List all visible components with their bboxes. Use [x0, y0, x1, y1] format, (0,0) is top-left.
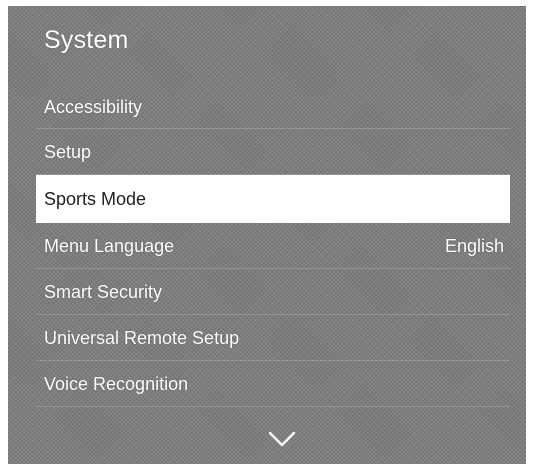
menu-item-label: Accessibility — [44, 97, 143, 117]
menu-item-sports-mode[interactable]: Sports Mode — [36, 175, 510, 223]
menu-item-label: Sports Mode — [44, 189, 147, 209]
menu-item-label: Menu Language — [44, 236, 175, 256]
menu-item-value: English — [444, 236, 504, 256]
menu-item-smart-security[interactable]: Smart Security — [36, 269, 510, 315]
menu-item-menu-language[interactable]: Menu Language English — [36, 223, 510, 269]
menu-item-universal-remote-setup[interactable]: Universal Remote Setup — [36, 315, 510, 361]
menu-item-accessibility[interactable]: Accessibility — [36, 82, 510, 129]
menu-item-voice-recognition[interactable]: Voice Recognition — [36, 361, 510, 407]
menu-item-label: Smart Security — [44, 282, 163, 302]
settings-menu-list: Accessibility Setup Sports Mode Menu Lan… — [36, 82, 510, 407]
menu-item-label: Setup — [44, 142, 92, 162]
menu-item-setup[interactable]: Setup — [36, 129, 510, 175]
chevron-down-icon[interactable] — [268, 430, 296, 448]
menu-item-label: Voice Recognition — [44, 374, 189, 394]
menu-item-label: Universal Remote Setup — [44, 328, 240, 348]
system-menu-panel: System Accessibility Setup Sports Mode M… — [8, 6, 526, 464]
menu-title: System — [44, 26, 129, 54]
